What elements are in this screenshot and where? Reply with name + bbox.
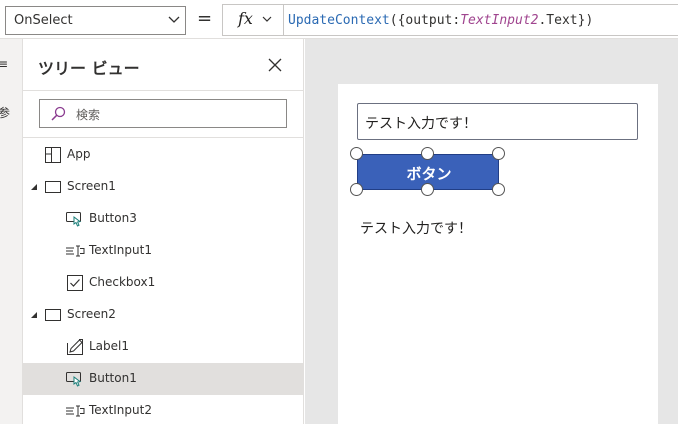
tree-item-textinput1[interactable]: TextInput1 [23, 235, 304, 267]
equals-sign: = [197, 8, 213, 29]
text-input-value: テスト入力です！ [365, 116, 477, 132]
tree-item-label: Checkbox1 [89, 275, 156, 289]
tree-item-label: TextInput2 [89, 403, 152, 417]
resize-handle-bottom-right[interactable] [492, 183, 505, 196]
insert-icon[interactable]: 参 [0, 104, 10, 121]
tree-item-label: Label1 [89, 339, 130, 353]
resize-handle-top[interactable] [421, 147, 434, 160]
search-placeholder: 検索 [76, 108, 101, 122]
app-window: OnSelect = fx UpdateContext({output:Text… [0, 0, 678, 424]
formula-reference: TextInput2 [460, 13, 539, 28]
resize-handle-bottom-left[interactable] [350, 183, 363, 196]
tree-item-screen1[interactable]: Screen1 [23, 171, 304, 203]
formula-args-start: ({output: [389, 13, 461, 28]
search-icon [51, 106, 66, 121]
left-rail: ≡ 参 [0, 39, 23, 424]
formula-args-end: .Text}) [538, 13, 594, 28]
formula-text: UpdateContext({output:TextInput2.Text}) [288, 13, 593, 28]
tree-item-label: App [67, 147, 91, 161]
formula-function: UpdateContext [288, 13, 390, 28]
textinput-icon [66, 245, 85, 257]
tree-item-label: TextInput1 [89, 243, 152, 257]
search-input[interactable]: 検索 [39, 99, 287, 128]
screen-icon [45, 309, 61, 321]
divider [23, 90, 304, 91]
app-screen[interactable]: テスト入力です！ ボタン テスト入力です！ [338, 84, 658, 424]
close-icon[interactable] [267, 57, 283, 73]
tree-item-textinput2[interactable]: TextInput2 [23, 395, 304, 424]
screen-icon [45, 181, 61, 193]
button-icon [66, 212, 82, 227]
textinput-icon [66, 405, 85, 417]
tree-item-label1[interactable]: Label1 [23, 331, 304, 363]
fx-icon: fx [238, 9, 253, 28]
collapse-caret-icon[interactable] [30, 311, 38, 319]
tree-item-label: Screen2 [67, 307, 116, 321]
tree-item-screen2[interactable]: Screen2 [23, 299, 304, 331]
collapse-caret-icon[interactable] [30, 183, 38, 191]
tree-item-button1[interactable]: Button1 [23, 363, 304, 395]
resize-handle-top-right[interactable] [492, 147, 505, 160]
tree-view-panel: ツリー ビュー 検索 App Screen1 Button3 TextInput… [23, 39, 304, 424]
formula-input[interactable]: UpdateContext({output:TextInput2.Text}) [283, 4, 678, 36]
property-dropdown-value: OnSelect [14, 13, 73, 28]
tree-item-label: Screen1 [67, 179, 116, 193]
resize-handle-bottom[interactable] [421, 183, 434, 196]
text-input-control[interactable]: テスト入力です！ [357, 103, 638, 140]
button-icon [66, 372, 82, 387]
app-button-label: ボタン [406, 165, 452, 183]
resize-handle-top-left[interactable] [350, 147, 363, 160]
tree-item-button3[interactable]: Button3 [23, 203, 304, 235]
tree-item-app[interactable]: App [23, 139, 304, 171]
tree-item-checkbox1[interactable]: Checkbox1 [23, 267, 304, 299]
divider [23, 137, 304, 138]
chevron-down-icon [262, 16, 272, 22]
tree-item-label: Button1 [89, 371, 137, 385]
function-button[interactable]: fx [222, 4, 284, 36]
chevron-down-icon [168, 16, 180, 23]
selected-button-control[interactable]: ボタン [350, 147, 505, 196]
formula-bar: OnSelect = fx UpdateContext({output:Text… [0, 0, 678, 39]
label-icon [67, 339, 83, 355]
tree-item-label: Button3 [89, 211, 137, 225]
property-dropdown[interactable]: OnSelect [5, 6, 186, 35]
checkbox-icon [67, 275, 83, 291]
panel-title: ツリー ビュー [38, 59, 140, 78]
design-canvas[interactable]: テスト入力です！ ボタン テスト入力です！ [305, 39, 678, 424]
app-icon [45, 147, 61, 163]
hamburger-menu-icon[interactable]: ≡ [0, 57, 8, 71]
output-label: テスト入力です！ [360, 221, 472, 237]
